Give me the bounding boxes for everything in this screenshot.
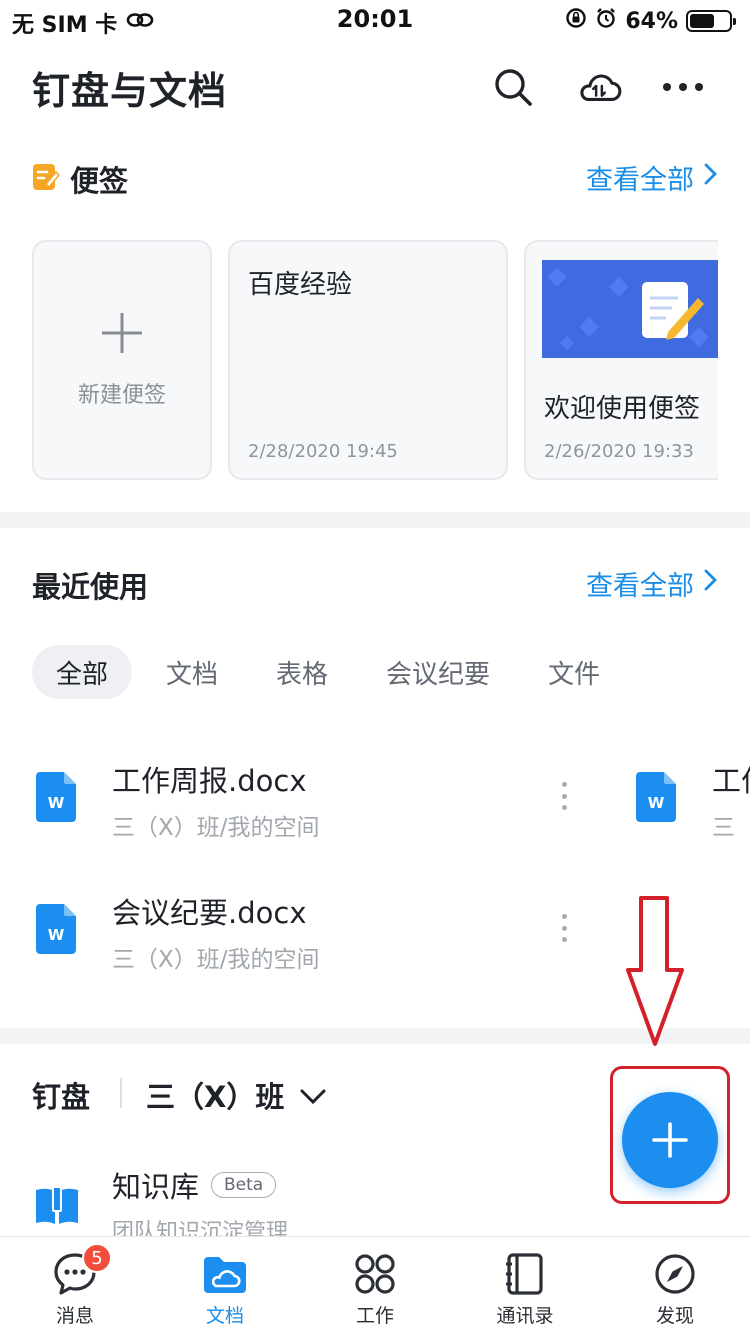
plus-icon [652,1122,688,1158]
tab-docs[interactable]: 文档 [142,645,242,699]
contacts-book-icon [502,1251,548,1297]
nav-messages[interactable]: 5 消息 [0,1237,150,1334]
alarm-icon [595,7,617,35]
drive-separator [120,1078,122,1108]
note-title: 欢迎使用便签 [544,394,701,424]
note-date: 2/26/2020 19:33 [544,441,694,462]
note-cover-image [542,260,718,358]
notes-see-all-label: 查看全部 [586,165,694,196]
more-icon[interactable] [660,64,706,110]
folder-icon [202,1251,248,1297]
word-doc-icon: W [36,904,76,954]
grid-icon [352,1251,398,1297]
bottom-tab-bar: 5 消息 文档 工作 通讯录 发现 [0,1236,750,1334]
notes-header: 便签 [32,158,128,200]
rotation-lock-icon [565,7,587,35]
space-selector[interactable]: 三（X）班 [146,1074,326,1116]
chevron-right-icon [704,162,718,193]
unread-badge: 5 [82,1243,112,1273]
file-name-peek: 工作 [712,764,750,798]
note-title: 百度经验 [248,270,353,300]
word-doc-icon: W [636,772,676,826]
knowledge-base-icon [34,1184,80,1230]
word-doc-icon: W [36,772,76,822]
add-button[interactable] [622,1092,718,1188]
file-path: 三（X）班/我的空间 [112,947,320,973]
cloud-transfer-icon[interactable] [576,64,622,110]
tab-all[interactable]: 全部 [32,645,133,699]
file-more-icon[interactable] [552,908,576,948]
file-row[interactable]: W 会议纪要.docx 三（X）班/我的空间 [0,872,600,982]
notes-see-all-link[interactable]: 查看全部 [586,158,718,197]
chevron-down-icon [300,1078,326,1112]
battery-percent: 64% [625,8,678,34]
search-icon[interactable] [490,64,536,110]
svg-text:W: W [648,794,665,812]
nav-label: 通讯录 [496,1305,554,1327]
section-divider [0,512,750,528]
message-icon: 5 [52,1243,112,1297]
tab-files[interactable]: 文件 [524,645,624,699]
note-card[interactable]: 百度经验 2/28/2020 19:45 [228,240,508,480]
recent-filter-tabs: 全部 文档 表格 会议纪要 文件 [32,645,634,699]
battery-icon [686,10,736,32]
tab-meeting-notes[interactable]: 会议纪要 [362,645,514,699]
knowledge-base-item[interactable]: 知识库 Beta [112,1164,277,1206]
nav-label: 消息 [55,1305,94,1327]
status-bar: 无 SIM 卡 20:01 64% [0,0,750,42]
file-more-icon[interactable] [552,776,576,816]
knowledge-base-subtitle: 团队知识沉淀管理 [112,1220,289,1236]
tab-sheets[interactable]: 表格 [252,645,352,699]
recent-title: 最近使用 [32,570,149,604]
svg-text:W: W [48,794,65,812]
svg-text:W: W [48,926,65,944]
file-name: 会议纪要.docx [112,896,307,930]
compass-icon [652,1251,698,1297]
recent-see-all-link[interactable]: 查看全部 [586,564,718,603]
beta-badge: Beta [211,1172,277,1198]
knowledge-base-title: 知识库 [112,1170,200,1204]
app-header: 钉盘与文档 [0,52,750,122]
annotation-arrow [624,896,686,1052]
notes-title: 便签 [70,164,129,198]
new-note-card[interactable]: 新建便签 [32,240,212,480]
chevron-right-icon [704,568,718,599]
new-note-label: 新建便签 [77,383,166,408]
nav-label: 发现 [655,1305,694,1327]
drive-title: 钉盘 [32,1080,91,1114]
file-path: 三（X）班/我的空间 [112,815,320,841]
nav-docs[interactable]: 文档 [150,1237,300,1334]
recent-see-all-label: 查看全部 [586,571,694,602]
file-path-peek: 三 [712,815,735,841]
note-card[interactable]: 欢迎使用便签 2/26/2020 19:33 [524,240,718,480]
note-icon [32,162,61,196]
note-date: 2/28/2020 19:45 [248,441,398,462]
file-row[interactable]: W 工作周报.docx 三（X）班/我的空间 [0,740,600,850]
file-name: 工作周报.docx [112,764,307,798]
nav-discover[interactable]: 发现 [600,1237,750,1334]
space-name: 三（X）班 [146,1080,285,1114]
nav-label: 工作 [355,1305,394,1327]
nav-work[interactable]: 工作 [300,1237,450,1334]
page-title: 钉盘与文档 [32,69,228,113]
plus-icon [100,311,144,359]
status-right: 64% [565,7,736,35]
nav-contacts[interactable]: 通讯录 [450,1237,600,1334]
nav-label: 文档 [205,1305,244,1327]
